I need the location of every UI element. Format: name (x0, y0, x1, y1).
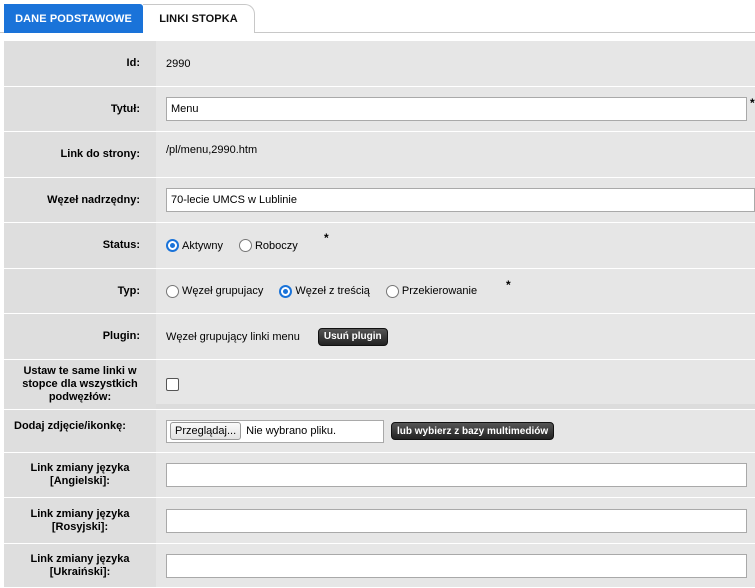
status-option-active[interactable]: Aktywny (166, 239, 223, 252)
tab-footer-links[interactable]: LINKI STOPKA (143, 4, 255, 33)
browse-button[interactable]: Przeglądaj... (170, 422, 242, 440)
row-lang-uk: Link zmiany języka [Ukraiński]: (4, 544, 755, 588)
type-label: Typ: (4, 269, 156, 313)
add-image-label: Dodaj zdjęcie/ikonkę: (4, 410, 156, 452)
id-value: 2990 (166, 57, 191, 70)
lang-uk-label: Link zmiany języka [Ukraiński]: (4, 544, 156, 587)
media-library-button[interactable]: lub wybierz z bazy multimediów (391, 422, 555, 440)
row-lang-en: Link zmiany języka [Angielski]: (4, 453, 755, 498)
parent-node-input[interactable] (166, 188, 755, 212)
remove-plugin-button[interactable]: Usuń plugin (317, 327, 388, 346)
page-link-value: /pl/menu,2990.htm (166, 144, 258, 156)
type-option-content[interactable]: Węzeł z treścią (279, 284, 370, 298)
row-status: Status: Aktywny Roboczy * (4, 223, 755, 269)
row-lang-ru: Link zmiany języka [Rosyjski]: (4, 498, 755, 544)
status-radio-active[interactable] (166, 239, 179, 252)
same-footer-label: Ustaw te same linki w stopce dla wszystk… (4, 360, 156, 409)
tab-bar: DANE PODSTAWOWE LINKI STOPKA (0, 0, 755, 33)
node-form: Id: 2990 Tytuł: * Link do strony: /pl/me… (4, 41, 755, 588)
parent-node-label: Węzeł nadrzędny: (4, 178, 156, 222)
type-option-grouping[interactable]: Węzeł grupujacy (166, 284, 264, 298)
title-required-mark: * (750, 96, 755, 110)
type-option-grouping-label: Węzeł grupujacy (182, 285, 264, 297)
status-option-draft-label: Roboczy (254, 239, 298, 252)
row-page-link: Link do strony: /pl/menu,2990.htm (4, 132, 755, 178)
lang-ru-label: Link zmiany języka [Rosyjski]: (4, 498, 156, 543)
status-radio-draft[interactable] (238, 239, 252, 252)
lang-ru-input[interactable] (166, 508, 747, 533)
row-id: Id: 2990 (4, 41, 755, 87)
lang-en-input[interactable] (166, 463, 747, 487)
status-label: Status: (4, 223, 156, 268)
lang-en-label: Link zmiany języka [Angielski]: (4, 453, 156, 497)
file-input[interactable]: Przeglądaj... Nie wybrano pliku. (166, 419, 384, 443)
title-input[interactable] (166, 97, 747, 121)
same-footer-checkbox[interactable] (166, 378, 179, 391)
type-option-redirect-label: Przekierowanie (401, 285, 478, 297)
row-parent-node: Węzeł nadrzędny: (4, 178, 755, 223)
lang-uk-input[interactable] (166, 553, 747, 578)
type-radio-content[interactable] (279, 284, 293, 298)
type-radio-grouping[interactable] (166, 284, 179, 298)
status-required-mark: * (324, 231, 329, 245)
status-option-draft[interactable]: Roboczy (238, 239, 298, 252)
type-required-mark: * (506, 278, 511, 292)
row-type: Typ: Węzeł grupujacy Węzeł z treścią Prz… (4, 269, 755, 314)
title-label: Tytuł: (4, 87, 156, 131)
type-option-redirect[interactable]: Przekierowanie (385, 284, 478, 298)
row-add-image: Dodaj zdjęcie/ikonkę: Przeglądaj... Nie … (4, 410, 755, 453)
row-plugin: Plugin: Węzeł grupujący linki menu Usuń … (4, 314, 755, 360)
id-label: Id: (4, 41, 156, 86)
page-link-label: Link do strony: (4, 132, 156, 177)
type-radio-redirect[interactable] (385, 284, 399, 298)
plugin-value: Węzeł grupujący linki menu (166, 330, 300, 343)
row-title: Tytuł: * (4, 87, 755, 132)
type-option-content-label: Węzeł z treścią (295, 285, 370, 297)
row-same-footer: Ustaw te same linki w stopce dla wszystk… (4, 360, 755, 410)
status-option-active-label: Aktywny (182, 239, 223, 252)
file-status: Nie wybrano pliku. (246, 425, 337, 437)
tab-basic-data[interactable]: DANE PODSTAWOWE (4, 4, 143, 33)
plugin-label: Plugin: (4, 314, 156, 359)
